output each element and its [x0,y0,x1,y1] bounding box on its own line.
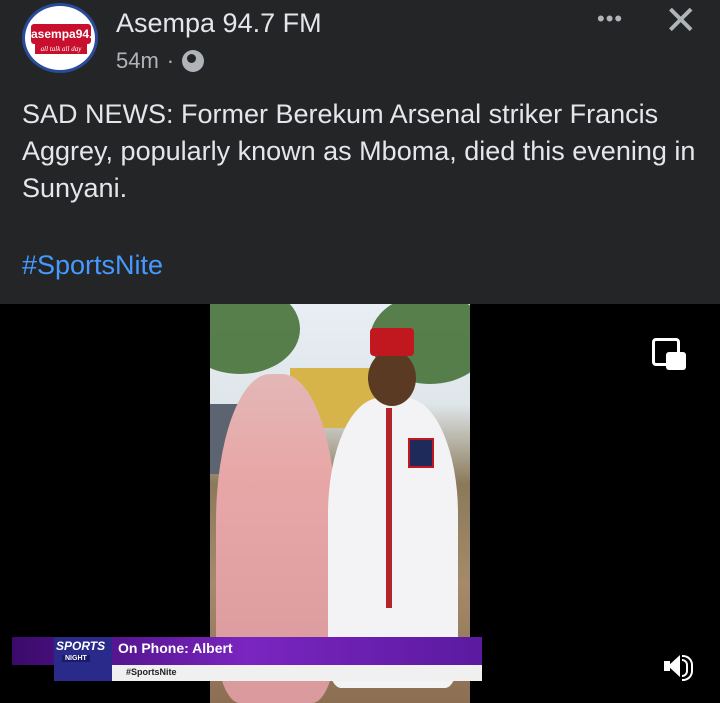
meta-separator: · [166,48,175,73]
show-logo-bottom: NIGHT [62,655,90,662]
hashtag-link[interactable]: #SportsNite [22,250,163,281]
post-time[interactable]: 54m [116,48,159,74]
on-phone-caption: On Phone: Albert [118,640,233,656]
more-horizontal-icon[interactable]: ••• [597,6,623,32]
page-avatar[interactable]: asempa94. all talk all day [22,3,98,73]
show-logo-top: SPORTS [56,639,106,653]
picture-in-picture-icon[interactable] [652,338,686,370]
globe-icon [182,50,205,72]
avatar-logo-text: asempa94. [31,24,92,44]
close-icon[interactable]: ✕ [664,0,698,44]
video-player[interactable]: SPORTS NIGHT On Phone: Albert #SportsNit… [0,304,720,703]
avatar-logo-sub: all talk all day [35,44,87,54]
post-meta: 54m · [116,48,205,74]
post-header: asempa94. all talk all day Asempa 94.7 F… [0,0,720,90]
post-text: SAD NEWS: Former Berekum Arsenal striker… [22,99,696,203]
page-name[interactable]: Asempa 94.7 FM [116,8,322,39]
banner-hashtag: #SportsNite [126,667,177,677]
volume-icon[interactable] [664,651,694,681]
lower-third-banner: SPORTS NIGHT On Phone: Albert #SportsNit… [12,637,482,681]
